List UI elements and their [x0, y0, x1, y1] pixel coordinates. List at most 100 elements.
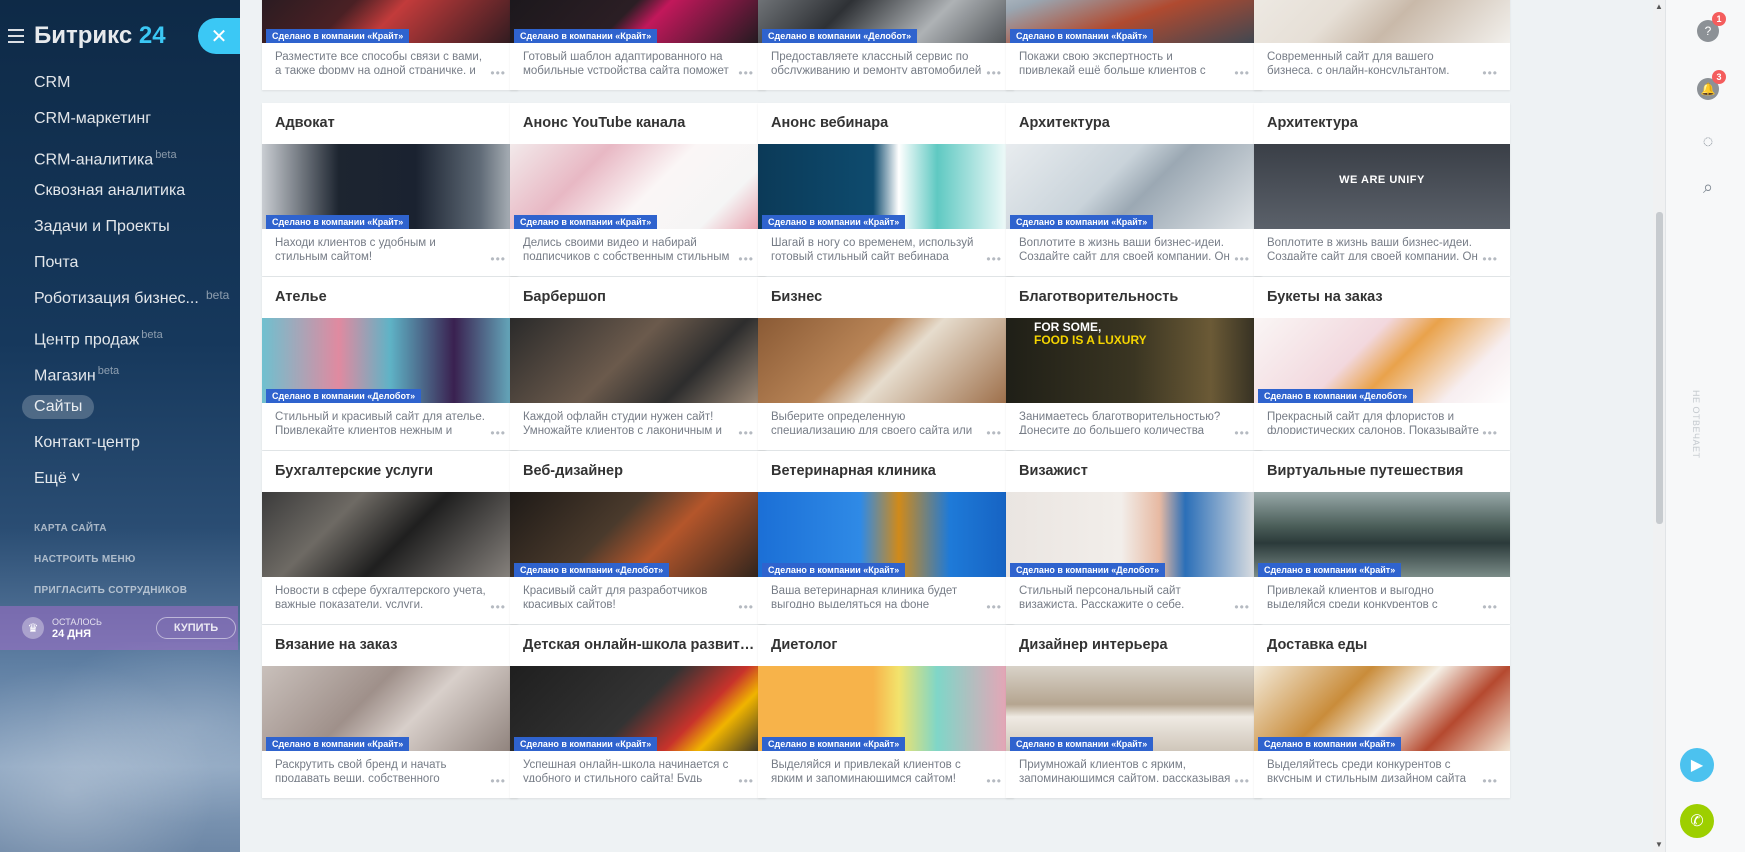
more-dots-icon[interactable]: ••• [738, 426, 754, 440]
template-preview-image[interactable]: Сделано в компании «Делобот» [758, 0, 1014, 43]
sidebar-item-shop[interactable]: Магазин beta [0, 358, 240, 394]
phone-icon[interactable]: ✆ [1680, 804, 1714, 838]
more-dots-icon[interactable]: ••• [1482, 252, 1498, 266]
template-preview-image[interactable]: Сделано в компании «Крайт» [758, 144, 1014, 229]
logo[interactable]: Битрикс 24 [34, 22, 166, 50]
template-card[interactable]: Анонс вебинара Сделано в компании «Крайт»… [758, 103, 1014, 276]
more-dots-icon[interactable]: ••• [490, 600, 506, 614]
template-preview-image[interactable]: Сделано в компании «Крайт» [1006, 144, 1262, 229]
template-preview-image[interactable]: Сделано в компании «Крайт» [1254, 492, 1510, 577]
sidebar-item-robotization[interactable]: Роботизация бизнес... beta [0, 286, 240, 322]
template-card[interactable]: Букеты на заказ Сделано в компании «Делоб… [1254, 277, 1510, 450]
template-preview-image[interactable]: WE ARE UNIFY [1254, 144, 1510, 229]
scrollbar[interactable]: ▲ ▼ [1653, 0, 1665, 852]
template-preview-image[interactable] [1254, 0, 1510, 43]
template-card[interactable]: Бизнес Выберите определенную специализаци… [758, 277, 1014, 450]
template-card[interactable]: Ателье Сделано в компании «Делобот» Стильн… [262, 277, 518, 450]
template-preview-image[interactable]: Сделано в компании «Делобот» [1254, 318, 1510, 403]
chat-icon[interactable]: ◌ [1697, 130, 1719, 152]
more-dots-icon[interactable]: ••• [1234, 600, 1250, 614]
template-card[interactable]: Детская онлайн-школа развития Сделано в к… [510, 625, 766, 798]
more-dots-icon[interactable]: ••• [1482, 600, 1498, 614]
sidebar-item-more[interactable]: Ещё ˅ [0, 466, 240, 502]
template-card[interactable]: Вязание на заказ Сделано в компании «Край… [262, 625, 518, 798]
template-preview-image[interactable]: Сделано в компании «Делобот» [1006, 492, 1262, 577]
template-preview-image[interactable]: Сделано в компании «Делобот» [510, 492, 766, 577]
sidebar-item-mail[interactable]: Почта [0, 250, 240, 286]
template-card[interactable]: Сделано в компании «Крайт» Покажи свою эк… [1006, 0, 1262, 90]
template-preview-image[interactable]: Сделано в компании «Крайт» [510, 144, 766, 229]
template-preview-image[interactable]: Сделано в компании «Делобот» [262, 318, 518, 403]
more-dots-icon[interactable]: ••• [738, 252, 754, 266]
more-dots-icon[interactable]: ••• [1234, 252, 1250, 266]
template-card[interactable]: Адвокат Сделано в компании «Крайт» Находи … [262, 103, 518, 276]
template-card[interactable]: Дизайнер интерьера Сделано в компании «Кр… [1006, 625, 1262, 798]
scroll-thumb[interactable] [1656, 212, 1663, 524]
template-card[interactable]: Ветеринарная клиника Сделано в компании «… [758, 451, 1014, 624]
sidebar-item-sales-center[interactable]: Центр продаж beta [0, 322, 240, 358]
site-map-link[interactable]: КАРТА САЙТА [34, 522, 187, 553]
template-preview-image[interactable]: Сделано в компании «Крайт» [1254, 666, 1510, 751]
template-card[interactable]: Анонс YouTube канала Сделано в компании «… [510, 103, 766, 276]
template-preview-image[interactable]: Сделано в компании «Крайт» [510, 0, 766, 43]
more-dots-icon[interactable]: ••• [738, 66, 754, 80]
sidebar-item-crm-analytics[interactable]: CRM-аналитика beta [0, 142, 240, 178]
search-icon[interactable]: ⌕ [1697, 176, 1719, 198]
more-dots-icon[interactable]: ••• [490, 426, 506, 440]
sidebar-item-analytics[interactable]: Сквозная аналитика [0, 178, 240, 214]
more-dots-icon[interactable]: ••• [986, 774, 1002, 788]
template-preview-image[interactable]: Сделано в компании «Крайт» [510, 666, 766, 751]
template-preview-image[interactable]: Сделано в компании «Крайт» [1006, 666, 1262, 751]
scroll-down-icon[interactable]: ▼ [1655, 840, 1663, 849]
more-dots-icon[interactable]: ••• [986, 66, 1002, 80]
template-preview-image[interactable]: Сделано в компании «Крайт» [1006, 0, 1262, 43]
bell-icon[interactable]: 🔔 3 [1697, 70, 1726, 100]
template-card[interactable]: Бухгалтерские услуги Новости в сфере бухг… [262, 451, 518, 624]
sidebar-item-sites[interactable]: Сайты [0, 394, 240, 430]
configure-menu-link[interactable]: НАСТРОИТЬ МЕНЮ [34, 553, 187, 584]
more-dots-icon[interactable]: ••• [1234, 426, 1250, 440]
template-preview-image[interactable] [758, 318, 1014, 403]
more-dots-icon[interactable]: ••• [738, 774, 754, 788]
template-card[interactable]: Сделано в компании «Делобот» Предоставляе… [758, 0, 1014, 90]
template-preview-image[interactable]: Сделано в компании «Крайт» [758, 492, 1014, 577]
template-card[interactable]: Сделано в компании «Крайт» Готовый шаблон… [510, 0, 766, 90]
template-card[interactable]: Архитектура WE ARE UNIFY Воплотите в жизнь… [1254, 103, 1510, 276]
menu-burger-icon[interactable] [8, 29, 24, 43]
sidebar-item-contact-center[interactable]: Контакт-центр [0, 430, 240, 466]
more-dots-icon[interactable]: ••• [490, 66, 506, 80]
template-card[interactable]: Диетолог Сделано в компании «Крайт» Выделя… [758, 625, 1014, 798]
template-card[interactable]: Современный сайт для вашего бизнеса, с о… [1254, 0, 1510, 90]
template-preview-image[interactable] [262, 492, 518, 577]
video-call-icon[interactable]: ▶ [1680, 748, 1714, 782]
sidebar-item-tasks[interactable]: Задачи и Проекты [0, 214, 240, 250]
template-preview-image[interactable]: Сделано в компании «Крайт» [262, 144, 518, 229]
template-preview-image[interactable]: Сделано в компании «Крайт» [262, 0, 518, 43]
more-dots-icon[interactable]: ••• [1234, 774, 1250, 788]
more-dots-icon[interactable]: ••• [1482, 426, 1498, 440]
more-dots-icon[interactable]: ••• [1482, 774, 1498, 788]
more-dots-icon[interactable]: ••• [986, 600, 1002, 614]
template-preview-image[interactable]: Сделано в компании «Крайт» [758, 666, 1014, 751]
sidebar-item-crm-marketing[interactable]: CRM-маркетинг [0, 106, 240, 142]
template-card[interactable]: Барбершоп Каждой офлайн студии нужен сайт… [510, 277, 766, 450]
template-card[interactable]: Архитектура Сделано в компании «Крайт» Воп… [1006, 103, 1262, 276]
more-dots-icon[interactable]: ••• [490, 774, 506, 788]
more-dots-icon[interactable]: ••• [986, 252, 1002, 266]
more-dots-icon[interactable]: ••• [490, 252, 506, 266]
scroll-up-icon[interactable]: ▲ [1655, 2, 1663, 11]
more-dots-icon[interactable]: ••• [1482, 66, 1498, 80]
template-card[interactable]: Визажист Сделано в компании «Делобот» Стил… [1006, 451, 1262, 624]
template-card[interactable]: Благотворительность FOR SOME, FOOD IS A LU… [1006, 277, 1262, 450]
template-preview-image[interactable] [510, 318, 766, 403]
template-card[interactable]: Виртуальные путешествия Сделано в компани… [1254, 451, 1510, 624]
more-dots-icon[interactable]: ••• [738, 600, 754, 614]
help-icon[interactable]: ? 1 [1697, 12, 1726, 42]
buy-button[interactable]: КУПИТЬ [156, 617, 236, 639]
template-preview-image[interactable]: Сделано в компании «Крайт» [262, 666, 518, 751]
close-icon[interactable]: ✕ [198, 18, 240, 54]
more-dots-icon[interactable]: ••• [986, 426, 1002, 440]
template-card[interactable]: Сделано в компании «Крайт» Разместите все… [262, 0, 518, 90]
more-dots-icon[interactable]: ••• [1234, 66, 1250, 80]
template-card[interactable]: Доставка еды Сделано в компании «Крайт» Вы… [1254, 625, 1510, 798]
